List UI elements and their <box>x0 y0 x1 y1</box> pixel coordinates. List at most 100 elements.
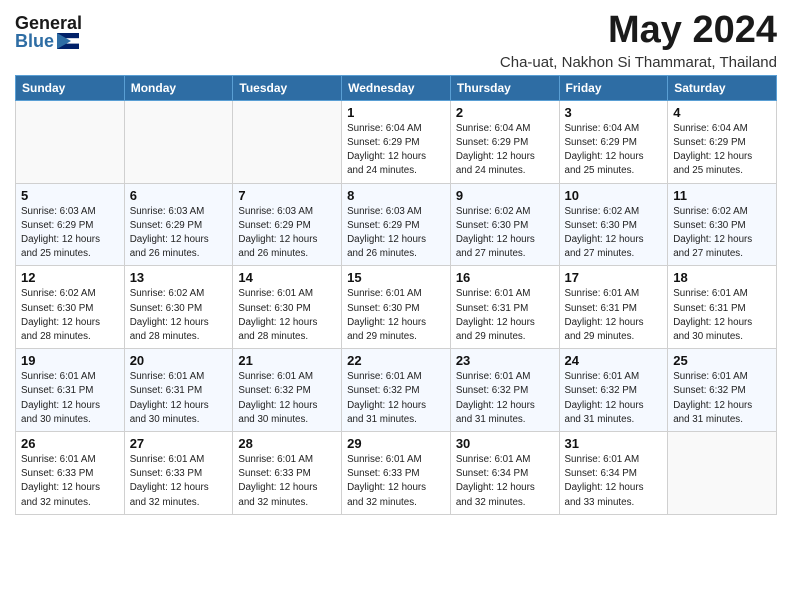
day-number: 16 <box>456 270 554 285</box>
day-number: 18 <box>673 270 771 285</box>
logo-general-text: General <box>15 14 82 32</box>
day-info: Sunrise: 6:01 AMSunset: 6:30 PMDaylight:… <box>238 287 336 344</box>
day-info: Sunrise: 6:01 AMSunset: 6:30 PMDaylight:… <box>347 287 445 344</box>
calendar-day-cell: 15 Sunrise: 6:01 AMSunset: 6:30 PMDayligh… <box>342 266 451 349</box>
day-info: Sunrise: 6:01 AMSunset: 6:31 PMDaylight:… <box>673 287 771 344</box>
logo-flag-icon <box>57 33 79 49</box>
calendar-day-cell: 30Sunrise: 6:01 AMSunset: 6:34 PMDayligh… <box>450 432 559 515</box>
calendar-body: 1Sunrise: 6:04 AMSunset: 6:29 PMDaylight… <box>16 100 777 514</box>
calendar-week-row: 1Sunrise: 6:04 AMSunset: 6:29 PMDaylight… <box>16 100 777 183</box>
day-info: Sunrise: 6:04 AMSunset: 6:29 PMDaylight:… <box>565 122 663 179</box>
day-info: Sunrise: 6:01 AMSunset: 6:33 PMDaylight:… <box>347 453 445 510</box>
calendar-day-cell: 25Sunrise: 6:01 AMSunset: 6:32 PMDayligh… <box>668 349 777 432</box>
calendar-day-cell <box>16 100 125 183</box>
day-number: 7 <box>238 188 336 203</box>
day-number: 2 <box>456 105 554 120</box>
day-info: Sunrise: 6:01 AMSunset: 6:32 PMDaylight:… <box>238 370 336 427</box>
day-info: Sunrise: 6:02 AMSunset: 6:30 PMDaylight:… <box>21 287 119 344</box>
day-number: 10 <box>565 188 663 203</box>
day-info: Sunrise: 6:02 AMSunset: 6:30 PMDaylight:… <box>673 205 771 262</box>
month-title: May 2024 <box>500 10 777 52</box>
day-number: 6 <box>130 188 228 203</box>
calendar-day-cell <box>233 100 342 183</box>
calendar-day-cell: 22 Sunrise: 6:01 AMSunset: 6:32 PMDayligh… <box>342 349 451 432</box>
weekday-header-cell: Friday <box>559 75 668 100</box>
calendar-day-cell: 23 Sunrise: 6:01 AMSunset: 6:32 PMDayligh… <box>450 349 559 432</box>
weekday-header-cell: Thursday <box>450 75 559 100</box>
day-number: 27 <box>130 436 228 451</box>
day-info: Sunrise: 6:01 AMSunset: 6:31 PMDaylight:… <box>565 287 663 344</box>
day-number: 4 <box>673 105 771 120</box>
day-info: Sunrise: 6:01 AMSunset: 6:31 PMDaylight:… <box>21 370 119 427</box>
day-number: 29 <box>347 436 445 451</box>
day-info: Sunrise: 6:02 AMSunset: 6:30 PMDaylight:… <box>565 205 663 262</box>
day-number: 21 <box>238 353 336 368</box>
day-number: 15 <box>347 270 445 285</box>
day-info: Sunrise: 6:01 AMSunset: 6:32 PMDaylight:… <box>347 370 445 427</box>
day-info: Sunrise: 6:01 AMSunset: 6:33 PMDaylight:… <box>130 453 228 510</box>
calendar-day-cell: 9 Sunrise: 6:02 AMSunset: 6:30 PMDaylight… <box>450 183 559 266</box>
day-info: Sunrise: 6:04 AMSunset: 6:29 PMDaylight:… <box>347 122 445 179</box>
day-number: 22 <box>347 353 445 368</box>
weekday-header-cell: Tuesday <box>233 75 342 100</box>
calendar-day-cell: 8 Sunrise: 6:03 AMSunset: 6:29 PMDaylight… <box>342 183 451 266</box>
day-info: Sunrise: 6:03 AMSunset: 6:29 PMDaylight:… <box>238 205 336 262</box>
logo-blue-text: Blue <box>15 32 79 50</box>
calendar-day-cell: 2Sunrise: 6:04 AMSunset: 6:29 PMDaylight… <box>450 100 559 183</box>
logo: General Blue <box>15 14 82 50</box>
weekday-header-cell: Sunday <box>16 75 125 100</box>
day-number: 26 <box>21 436 119 451</box>
day-number: 14 <box>238 270 336 285</box>
calendar-day-cell: 18 Sunrise: 6:01 AMSunset: 6:31 PMDayligh… <box>668 266 777 349</box>
weekday-header-cell: Saturday <box>668 75 777 100</box>
calendar-week-row: 19Sunrise: 6:01 AMSunset: 6:31 PMDayligh… <box>16 349 777 432</box>
calendar-day-cell: 5Sunrise: 6:03 AMSunset: 6:29 PMDaylight… <box>16 183 125 266</box>
day-info: Sunrise: 6:01 AMSunset: 6:34 PMDaylight:… <box>565 453 663 510</box>
calendar-day-cell: 11 Sunrise: 6:02 AMSunset: 6:30 PMDayligh… <box>668 183 777 266</box>
calendar-day-cell: 24 Sunrise: 6:01 AMSunset: 6:32 PMDayligh… <box>559 349 668 432</box>
day-number: 11 <box>673 188 771 203</box>
calendar-day-cell: 1Sunrise: 6:04 AMSunset: 6:29 PMDaylight… <box>342 100 451 183</box>
day-number: 24 <box>565 353 663 368</box>
calendar-day-cell: 13 Sunrise: 6:02 AMSunset: 6:30 PMDayligh… <box>124 266 233 349</box>
weekday-header-cell: Wednesday <box>342 75 451 100</box>
day-info: Sunrise: 6:03 AMSunset: 6:29 PMDaylight:… <box>130 205 228 262</box>
day-number: 8 <box>347 188 445 203</box>
day-number: 23 <box>456 353 554 368</box>
calendar-day-cell: 27 Sunrise: 6:01 AMSunset: 6:33 PMDayligh… <box>124 432 233 515</box>
day-info: Sunrise: 6:01 AMSunset: 6:32 PMDaylight:… <box>456 370 554 427</box>
calendar-week-row: 26 Sunrise: 6:01 AMSunset: 6:33 PMDayligh… <box>16 432 777 515</box>
day-number: 9 <box>456 188 554 203</box>
day-info: Sunrise: 6:02 AMSunset: 6:30 PMDaylight:… <box>130 287 228 344</box>
day-number: 13 <box>130 270 228 285</box>
day-info: Sunrise: 6:01 AMSunset: 6:32 PMDaylight:… <box>565 370 663 427</box>
calendar-day-cell: 21 Sunrise: 6:01 AMSunset: 6:32 PMDayligh… <box>233 349 342 432</box>
day-info: Sunrise: 6:01 AMSunset: 6:32 PMDaylight:… <box>673 370 771 427</box>
calendar-day-cell: 3 Sunrise: 6:04 AMSunset: 6:29 PMDaylight… <box>559 100 668 183</box>
calendar-day-cell: 4 Sunrise: 6:04 AMSunset: 6:29 PMDaylight… <box>668 100 777 183</box>
day-number: 3 <box>565 105 663 120</box>
day-number: 17 <box>565 270 663 285</box>
day-number: 31 <box>565 436 663 451</box>
day-info: Sunrise: 6:01 AMSunset: 6:33 PMDaylight:… <box>238 453 336 510</box>
title-block: May 2024 Cha-uat, Nakhon Si Thammarat, T… <box>500 10 777 71</box>
weekday-header-row: SundayMondayTuesdayWednesdayThursdayFrid… <box>16 75 777 100</box>
day-number: 28 <box>238 436 336 451</box>
calendar-day-cell: 28 Sunrise: 6:01 AMSunset: 6:33 PMDayligh… <box>233 432 342 515</box>
calendar-day-cell: 19Sunrise: 6:01 AMSunset: 6:31 PMDayligh… <box>16 349 125 432</box>
calendar-day-cell: 31 Sunrise: 6:01 AMSunset: 6:34 PMDayligh… <box>559 432 668 515</box>
weekday-header-cell: Monday <box>124 75 233 100</box>
day-number: 30 <box>456 436 554 451</box>
day-info: Sunrise: 6:04 AMSunset: 6:29 PMDaylight:… <box>673 122 771 179</box>
calendar-day-cell: 10 Sunrise: 6:02 AMSunset: 6:30 PMDayligh… <box>559 183 668 266</box>
calendar-day-cell: 14 Sunrise: 6:01 AMSunset: 6:30 PMDayligh… <box>233 266 342 349</box>
calendar-day-cell <box>124 100 233 183</box>
day-info: Sunrise: 6:02 AMSunset: 6:30 PMDaylight:… <box>456 205 554 262</box>
day-number: 5 <box>21 188 119 203</box>
calendar-day-cell: 16Sunrise: 6:01 AMSunset: 6:31 PMDayligh… <box>450 266 559 349</box>
day-info: Sunrise: 6:01 AMSunset: 6:33 PMDaylight:… <box>21 453 119 510</box>
calendar-week-row: 5 Sunrise: 6:03 AMSunset: 6:29 PMDaylight… <box>16 183 777 266</box>
calendar-day-cell: 26 Sunrise: 6:01 AMSunset: 6:33 PMDayligh… <box>16 432 125 515</box>
day-info: Sunrise: 6:01 AMSunset: 6:31 PMDaylight:… <box>130 370 228 427</box>
day-info: Sunrise: 6:03 AMSunset: 6:29 PMDaylight:… <box>347 205 445 262</box>
